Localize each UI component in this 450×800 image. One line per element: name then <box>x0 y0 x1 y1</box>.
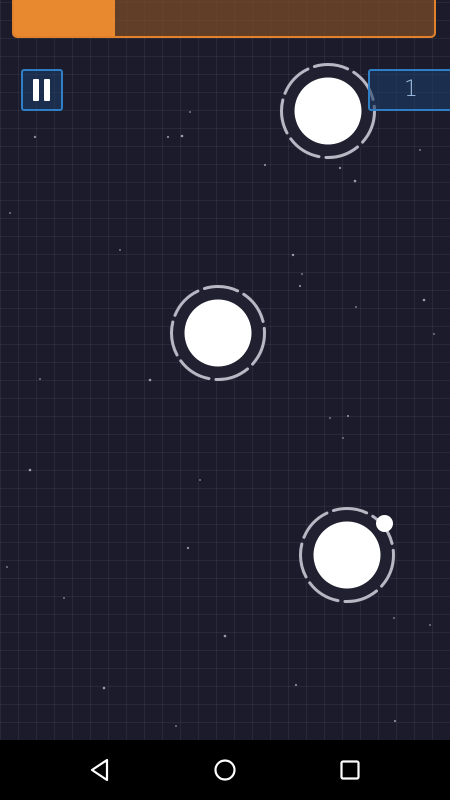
level-progress-fill <box>14 0 115 36</box>
back-icon[interactable] <box>85 755 115 785</box>
score-value: 1 <box>404 77 418 102</box>
pause-button[interactable] <box>21 69 63 111</box>
planet-graphic <box>279 62 377 160</box>
game-screen: 1 <box>0 0 450 800</box>
orbiting-player-ball <box>376 515 393 532</box>
pause-icon <box>32 79 52 101</box>
planet[interactable] <box>168 283 268 383</box>
planet[interactable] <box>278 61 378 161</box>
system-navigation-bar <box>0 740 450 800</box>
home-icon[interactable] <box>210 755 240 785</box>
planet-graphic <box>169 284 267 382</box>
recent-apps-icon[interactable] <box>335 755 365 785</box>
level-progress-bar <box>12 0 436 38</box>
playfield[interactable]: 1 <box>0 0 450 740</box>
score-counter: 1 <box>368 69 450 111</box>
